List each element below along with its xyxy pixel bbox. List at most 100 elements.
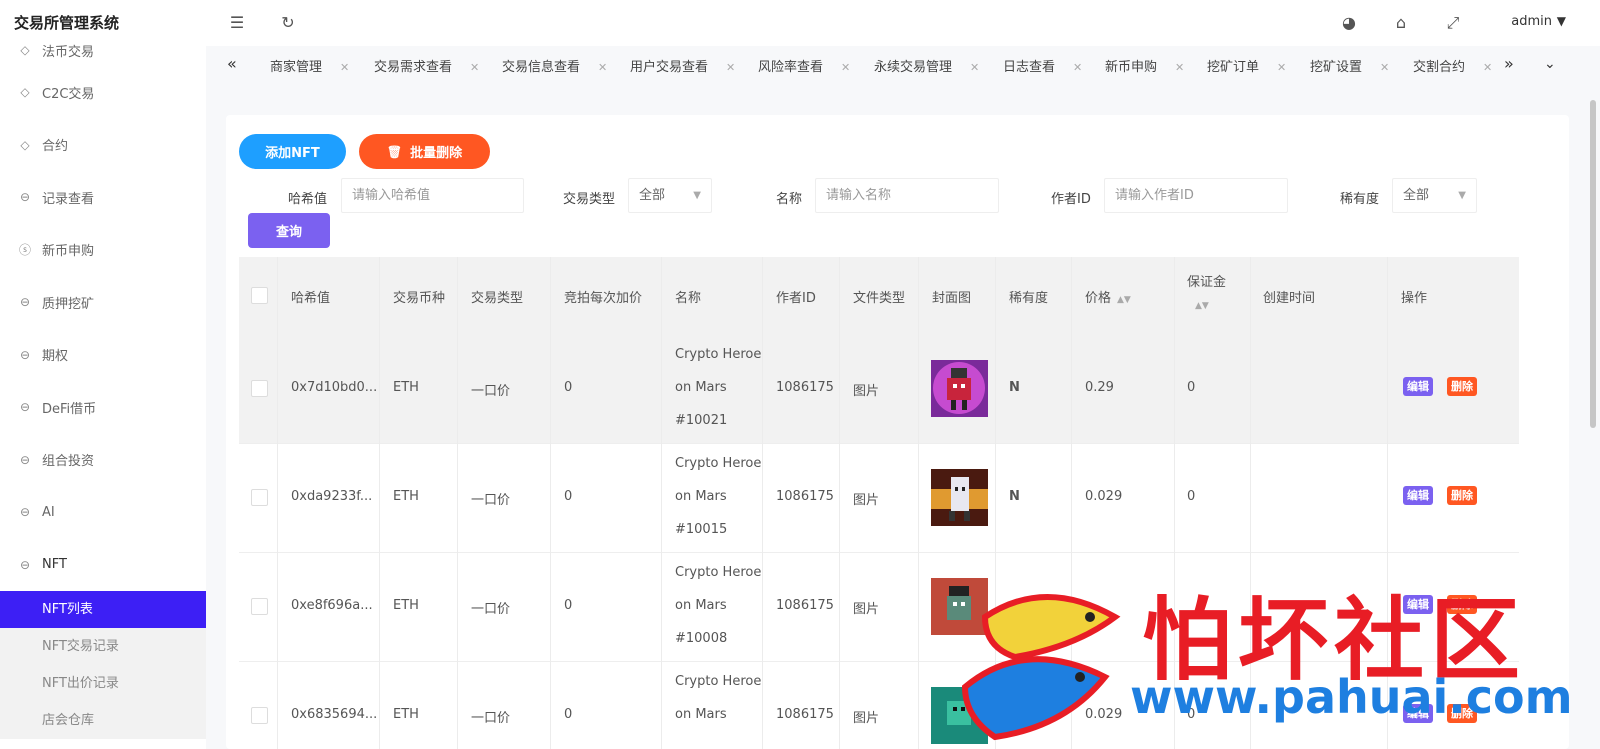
rarity-select[interactable]: 全部 ▼ xyxy=(1392,178,1477,213)
sidebar-item-label: C2C交易 xyxy=(42,86,95,102)
fullscreen-icon[interactable]: ⤢ xyxy=(1444,14,1462,32)
user-menu[interactable]: admin xyxy=(1511,14,1552,29)
cell-name-line2: on Mars xyxy=(675,380,727,395)
sidebar-item-contract[interactable]: ◇ 合约 xyxy=(0,119,206,172)
sidebar-subitem-warehouse[interactable]: 店会仓库 xyxy=(0,702,206,739)
tab-trade-info[interactable]: 交易信息查看 ✕ xyxy=(502,56,607,75)
col-type: 交易类型 xyxy=(471,291,524,306)
cell-name-line2: on Mars xyxy=(675,707,727,722)
cell-coin: ETH xyxy=(393,489,419,504)
sidebar-item-new-coin[interactable]: ⓢ 新币申购 xyxy=(0,224,206,277)
col-actions: 操作 xyxy=(1401,291,1428,306)
query-button[interactable]: 查询 xyxy=(248,213,330,248)
nft-cover-image[interactable] xyxy=(931,469,988,526)
delete-button[interactable]: 删除 xyxy=(1447,486,1477,505)
row-checkbox[interactable] xyxy=(251,380,268,397)
col-price[interactable]: 价格 ▲▼ xyxy=(1085,287,1131,306)
sidebar-subitem-nft-list[interactable]: NFT列表 xyxy=(0,591,206,628)
close-icon[interactable]: ✕ xyxy=(1175,61,1184,74)
close-icon[interactable]: ✕ xyxy=(1380,61,1389,74)
close-icon[interactable]: ✕ xyxy=(1483,61,1492,74)
sidebar-item-nft[interactable]: ⊖ NFT xyxy=(0,539,206,592)
tabs-prev-icon[interactable]: « xyxy=(227,54,237,73)
close-icon[interactable]: ✕ xyxy=(841,61,850,74)
tab-user-trades[interactable]: 用户交易查看 ✕ xyxy=(630,56,735,75)
vertical-scrollbar[interactable] xyxy=(1590,100,1596,428)
chevron-down-icon[interactable]: ⌄ xyxy=(1544,56,1556,72)
diamond-icon: ◇ xyxy=(20,137,30,152)
sidebar-item-fiat[interactable]: ◇ 法币交易 xyxy=(0,34,206,66)
sort-icon[interactable]: ▲▼ xyxy=(1195,297,1209,312)
sort-icon[interactable]: ▲▼ xyxy=(1117,295,1131,305)
sidebar-item-options[interactable]: ⊖ 期权 xyxy=(0,329,206,382)
name-filter-label: 名称 xyxy=(776,192,803,207)
chevron-down-icon[interactable]: ▼ xyxy=(1557,14,1566,28)
tab-bar: « 商家管理 ✕ 交易需求查看 ✕ 交易信息查看 ✕ 用户交易查看 ✕ 风险率查看 ✕ 永… xyxy=(206,46,1600,84)
cell-rarity: N xyxy=(1009,489,1020,504)
tab-risk[interactable]: 风险率查看 ✕ xyxy=(758,56,850,75)
refresh-icon[interactable]: ↻ xyxy=(279,14,297,32)
cell-file-type: 图片 xyxy=(853,602,880,617)
circle-arrow-icon: ⊖ xyxy=(19,452,31,467)
row-checkbox[interactable] xyxy=(251,489,268,506)
close-icon[interactable]: ✕ xyxy=(726,61,735,74)
tab-mining-orders[interactable]: 挖矿订单 ✕ xyxy=(1207,56,1286,75)
tab-label: 交割合约 xyxy=(1413,60,1466,75)
cell-coin: ETH xyxy=(393,598,419,613)
sidebar-item-c2c[interactable]: ◇ C2C交易 xyxy=(0,66,206,119)
sidebar-item-portfolio[interactable]: ⊖ 组合投资 xyxy=(0,434,206,487)
cell-author: 1086175 xyxy=(776,707,834,722)
close-icon[interactable]: ✕ xyxy=(970,61,979,74)
sidebar-subitem-nft-bids[interactable]: NFT出价记录 xyxy=(0,665,206,702)
cell-name-line3: #10021 xyxy=(675,413,728,428)
tab-new-coin[interactable]: 新币申购 ✕ xyxy=(1105,56,1184,75)
tab-logs[interactable]: 日志查看 ✕ xyxy=(1003,56,1082,75)
column-divider xyxy=(839,257,840,749)
sidebar-item-records[interactable]: ⊖ 记录查看 xyxy=(0,171,206,224)
tab-trade-demand[interactable]: 交易需求查看 ✕ xyxy=(374,56,479,75)
trash-icon: 🗑 xyxy=(386,144,403,159)
close-icon[interactable]: ✕ xyxy=(340,61,349,74)
close-icon[interactable]: ✕ xyxy=(1277,61,1286,74)
tabs-next-icon[interactable]: » xyxy=(1504,54,1514,73)
fish-logo-icon xyxy=(961,594,1121,741)
tab-mining-settings[interactable]: 挖矿设置 ✕ xyxy=(1310,56,1389,75)
name-input[interactable]: 请输入名称 xyxy=(815,178,999,213)
menu-fold-icon[interactable]: ☰ xyxy=(228,14,246,32)
author-input[interactable]: 请输入作者ID xyxy=(1104,178,1288,213)
trade-type-select[interactable]: 全部 ▼ xyxy=(628,178,712,213)
sidebar-item-ai[interactable]: ⊖ AI xyxy=(0,486,206,539)
close-icon[interactable]: ✕ xyxy=(470,61,479,74)
tab-delivery-contract[interactable]: 交割合约 ✕ xyxy=(1413,56,1492,75)
edit-button[interactable]: 编辑 xyxy=(1403,377,1433,396)
tab-label: 用户交易查看 xyxy=(630,60,709,75)
cell-type: 一口价 xyxy=(471,711,511,726)
tab-label: 新币申购 xyxy=(1105,60,1158,75)
edit-button[interactable]: 编辑 xyxy=(1403,486,1433,505)
close-icon[interactable]: ✕ xyxy=(598,61,607,74)
cell-name-line1: Crypto Heroe xyxy=(675,456,762,471)
col-increment: 竞拍每次加价 xyxy=(564,291,643,306)
tag-icon[interactable]: ⌂ xyxy=(1392,14,1410,32)
circle-arrow-icon: ⊖ xyxy=(19,347,31,362)
rarity-value: 全部 xyxy=(1403,188,1430,203)
add-nft-button[interactable]: 添加NFT xyxy=(239,134,346,169)
nft-cover-image[interactable] xyxy=(931,360,988,417)
hash-input[interactable]: 请输入哈希值 xyxy=(341,178,524,213)
cell-hash: 0x6835694... xyxy=(291,707,378,722)
tab-perpetual[interactable]: 永续交易管理 ✕ xyxy=(874,56,979,75)
select-all-checkbox[interactable] xyxy=(251,287,268,304)
sidebar-item-defi[interactable]: ⊖ DeFi借币 xyxy=(0,381,206,434)
sidebar-item-staking[interactable]: ⊖ 质押挖矿 xyxy=(0,276,206,329)
tab-merchant[interactable]: 商家管理 ✕ xyxy=(270,56,349,75)
row-checkbox[interactable] xyxy=(251,598,268,615)
batch-delete-button[interactable]: 🗑 批量删除 xyxy=(359,134,490,169)
cell-name-line2: on Mars xyxy=(675,598,727,613)
row-checkbox[interactable] xyxy=(251,707,268,724)
delete-button[interactable]: 删除 xyxy=(1447,377,1477,396)
cell-name-line1: Crypto Heroe xyxy=(675,565,762,580)
close-icon[interactable]: ✕ xyxy=(1073,61,1082,74)
theme-icon[interactable]: ◕ xyxy=(1340,14,1358,32)
cell-deposit: 0 xyxy=(1187,489,1196,504)
sidebar-subitem-nft-trades[interactable]: NFT交易记录 xyxy=(0,628,206,665)
